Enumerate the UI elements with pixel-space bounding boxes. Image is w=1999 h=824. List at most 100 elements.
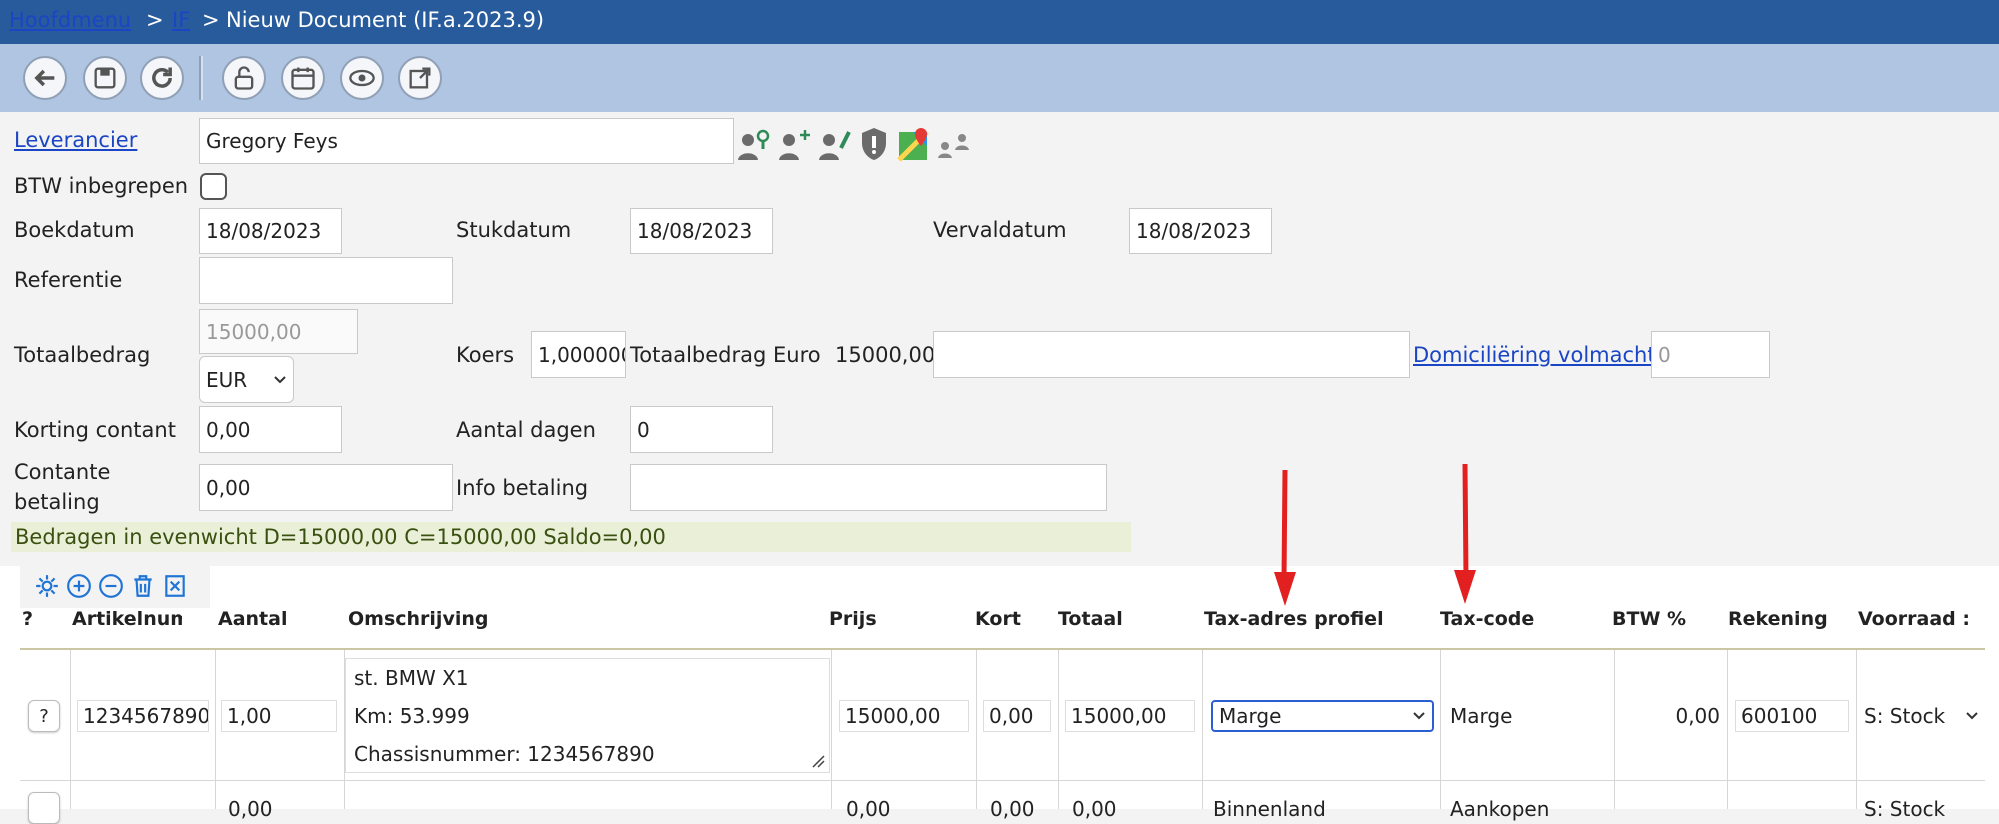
- btw-value: 0,00: [1675, 704, 1720, 728]
- tax-adres-profiel-value: Marge: [1219, 704, 1282, 728]
- totaalbedrag-euro-label: Totaalbedrag Euro: [630, 343, 821, 367]
- leverancier-input[interactable]: Gregory Feys: [199, 118, 734, 164]
- totaal-value[interactable]: 0,00: [1072, 797, 1117, 821]
- korting-input[interactable]: 0,00: [983, 700, 1051, 732]
- aantal-input[interactable]: 1,00: [221, 700, 337, 732]
- refresh-button[interactable]: [140, 56, 184, 100]
- breadcrumb-module[interactable]: IF: [172, 8, 190, 32]
- lines-grid: [0, 566, 1999, 809]
- open-external-button[interactable]: [398, 56, 442, 100]
- excel-icon[interactable]: [162, 573, 188, 599]
- boekdatum-input[interactable]: 18/08/2023: [199, 208, 342, 254]
- shield-icon[interactable]: [855, 124, 893, 164]
- col-divider: [1058, 650, 1059, 809]
- rekening-input[interactable]: 600100: [1735, 700, 1849, 732]
- row-help-button[interactable]: ?: [28, 700, 60, 732]
- btw-inbegrepen-label: BTW inbegrepen: [14, 174, 189, 198]
- info-betaling-input[interactable]: [630, 464, 1107, 511]
- col-header-btw[interactable]: BTW %: [1612, 608, 1712, 630]
- leverancier-label[interactable]: Leverancier: [14, 128, 137, 152]
- view-button[interactable]: [340, 56, 384, 100]
- totaal-input[interactable]: 15000,00: [1065, 700, 1195, 732]
- col-header-prijs[interactable]: Prijs: [829, 608, 929, 630]
- remove-row-icon[interactable]: [98, 573, 124, 599]
- col-divider: [1614, 650, 1615, 809]
- row-help-button[interactable]: [28, 792, 60, 824]
- tax-adres-profiel-value[interactable]: Binnenland: [1213, 797, 1326, 821]
- col-header-voorraad[interactable]: Voorraad :: [1858, 608, 1976, 630]
- col-header-tax-adres-profiel[interactable]: Tax-adres profiel: [1204, 608, 1434, 630]
- breadcrumb-bar: Hoofdmenu > IF > Nieuw Document (IF.a.20…: [0, 0, 1999, 44]
- referentie-input[interactable]: [199, 257, 453, 304]
- add-row-icon[interactable]: [66, 573, 92, 599]
- save-button[interactable]: [83, 56, 127, 100]
- edit-person-icon[interactable]: [815, 124, 853, 164]
- row-divider: [20, 780, 1985, 781]
- artikelnummer-input[interactable]: 1234567890: [77, 700, 209, 732]
- aantal-dagen-label: Aantal dagen: [456, 418, 596, 442]
- calendar-button[interactable]: [281, 56, 325, 100]
- header-divider: [20, 648, 1985, 650]
- col-header-omschrijving[interactable]: Omschrijving: [348, 608, 648, 630]
- aantal-value[interactable]: 0,00: [228, 797, 273, 821]
- voorraad-value[interactable]: S: Stock: [1864, 797, 1945, 821]
- resize-handle-icon[interactable]: [811, 754, 825, 768]
- chevron-down-icon: [1413, 712, 1425, 720]
- boekdatum-label: Boekdatum: [14, 218, 135, 242]
- domiciliering-input: 0: [1651, 331, 1770, 378]
- col-header-totaal[interactable]: Totaal: [1058, 608, 1188, 630]
- prijs-input[interactable]: 15000,00: [839, 700, 969, 732]
- koers-label: Koers: [456, 343, 515, 367]
- totaalbedrag-euro-extra-input[interactable]: [933, 331, 1410, 378]
- currency-select[interactable]: EUR: [199, 356, 294, 403]
- col-header-q[interactable]: ?: [22, 608, 52, 630]
- settings-icon[interactable]: [34, 573, 60, 599]
- add-person-icon[interactable]: [775, 124, 813, 164]
- toolbar-divider: [199, 56, 203, 100]
- info-betaling-label: Info betaling: [456, 476, 589, 500]
- korting-value[interactable]: 0,00: [990, 797, 1035, 821]
- domiciliering-link[interactable]: Domiciliëring volmacht: [1413, 343, 1656, 367]
- col-header-rekening[interactable]: Rekening: [1728, 608, 1848, 630]
- korting-contant-label: Korting contant: [14, 418, 176, 442]
- annotation-arrow: [1454, 463, 1476, 604]
- aantal-dagen-input[interactable]: 0: [630, 406, 773, 453]
- stukdatum-label: Stukdatum: [456, 218, 572, 242]
- col-divider: [1727, 650, 1728, 809]
- tax-code-value: Aankopen: [1450, 797, 1550, 821]
- back-button[interactable]: [23, 56, 67, 100]
- currency-value: EUR: [206, 367, 248, 392]
- col-header-korting[interactable]: Korting: [975, 608, 1021, 630]
- omschrijving-line: Chassisnummer: 1234567890: [354, 742, 655, 766]
- col-header-tax-code[interactable]: Tax-code: [1440, 608, 1600, 630]
- calendar-icon: [291, 67, 315, 90]
- btw-inbegrepen-checkbox[interactable]: [200, 173, 227, 200]
- korting-contant-input[interactable]: 0,00: [199, 406, 342, 453]
- refresh-icon: [152, 67, 172, 88]
- contante-betaling-label-2: betaling: [14, 490, 100, 514]
- unlock-icon: [234, 66, 254, 90]
- col-header-artikelnummer[interactable]: Artikelnummer: [72, 608, 182, 630]
- contacts-icon[interactable]: [935, 124, 973, 164]
- vervaldatum-input[interactable]: 18/08/2023: [1129, 208, 1272, 254]
- col-divider: [831, 650, 832, 809]
- col-header-aantal[interactable]: Aantal: [218, 608, 328, 630]
- chevron-down-icon: [1966, 712, 1978, 720]
- referentie-label: Referentie: [14, 268, 123, 292]
- prijs-value[interactable]: 0,00: [846, 797, 891, 821]
- col-divider: [1202, 650, 1203, 809]
- unlock-button[interactable]: [222, 56, 266, 100]
- map-icon[interactable]: [895, 124, 933, 164]
- delete-icon[interactable]: [130, 573, 156, 599]
- breadcrumb-home[interactable]: Hoofdmenu: [9, 8, 131, 32]
- totaalbedrag-euro-value: 15000,00: [835, 343, 936, 367]
- contante-betaling-input[interactable]: 0,00: [199, 464, 453, 511]
- col-divider: [70, 650, 71, 809]
- koers-input[interactable]: 1,000000: [531, 331, 626, 378]
- tax-adres-profiel-select[interactable]: Marge: [1211, 700, 1434, 732]
- stukdatum-input[interactable]: 18/08/2023: [630, 208, 773, 254]
- omschrijving-textarea[interactable]: st. BMW X1 Km: 53.999 Chassisnummer: 123…: [345, 658, 830, 773]
- voorraad-select[interactable]: S: Stock: [1864, 704, 1979, 728]
- search-person-icon[interactable]: [735, 124, 773, 164]
- col-divider: [976, 650, 977, 809]
